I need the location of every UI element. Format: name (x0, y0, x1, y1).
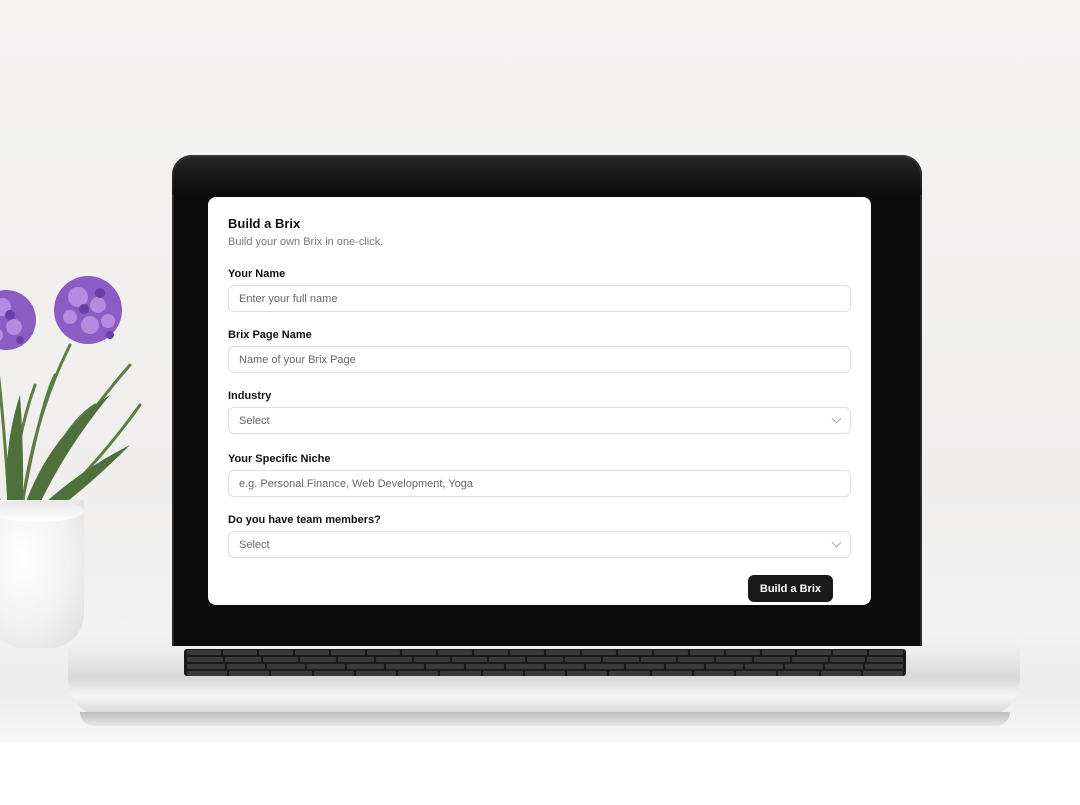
niche-label: Your Specific Niche (228, 453, 331, 465)
industry-select[interactable]: Select (228, 407, 851, 434)
form-title: Build a Brix (228, 216, 301, 231)
chevron-down-icon (831, 413, 842, 424)
laptop-screen: Build a Brix Build your own Brix in one-… (208, 197, 871, 605)
brix-page-name-input[interactable]: Name of your Brix Page (228, 346, 851, 373)
chevron-down-icon (831, 537, 842, 548)
plant-pot (0, 500, 84, 648)
team-members-label: Do you have team members? (228, 514, 381, 526)
laptop-lid-gloss (172, 155, 922, 195)
form-actions: Build a Brix (228, 575, 851, 602)
potted-plant-image (0, 276, 142, 527)
laptop-keyboard (184, 649, 906, 676)
team-members-select[interactable]: Select (228, 531, 851, 558)
laptop-base-front (80, 712, 1010, 726)
form-subtitle: Build your own Brix in one-click. (228, 236, 384, 248)
team-members-select-value: Select (239, 538, 270, 551)
industry-label: Industry (228, 390, 272, 402)
brix-page-name-placeholder: Name of your Brix Page (239, 353, 356, 366)
your-name-placeholder: Enter your full name (239, 292, 338, 305)
your-name-label: Your Name (228, 268, 286, 280)
niche-placeholder: e.g. Personal Finance, Web Development, … (239, 477, 474, 490)
niche-input[interactable]: e.g. Personal Finance, Web Development, … (228, 470, 851, 497)
brix-page-name-label: Brix Page Name (228, 329, 312, 341)
your-name-input[interactable]: Enter your full name (228, 285, 851, 312)
build-brix-button[interactable]: Build a Brix (747, 575, 833, 602)
bottom-border (0, 742, 1080, 805)
industry-select-value: Select (239, 414, 270, 427)
